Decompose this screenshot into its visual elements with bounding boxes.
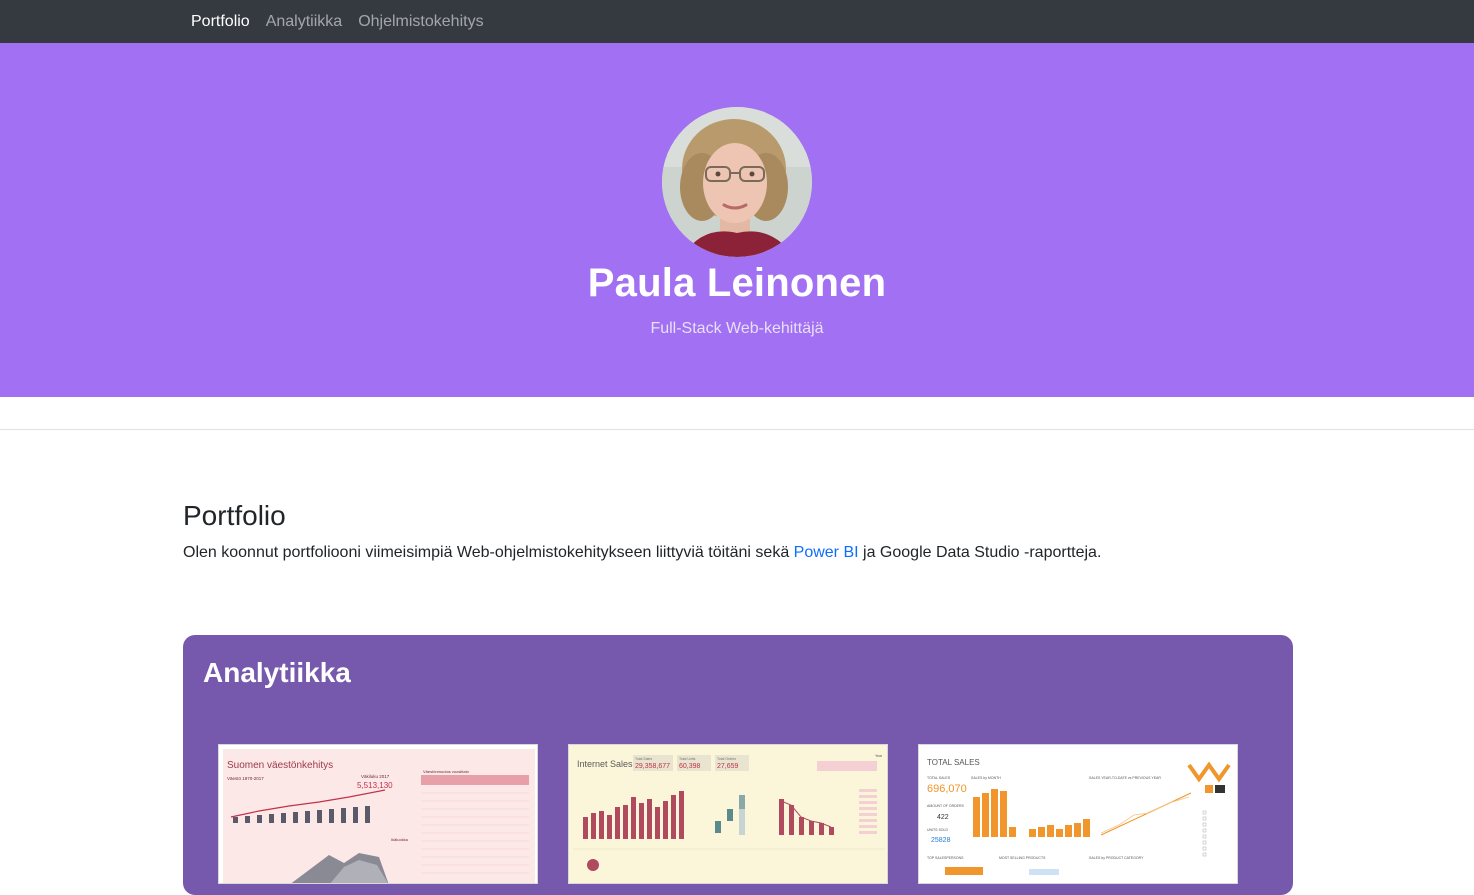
report3-kpi3-label: UNITS SOLD	[927, 828, 948, 832]
nav-link-ohjelmistokehitys[interactable]: Ohjelmistokehitys	[358, 13, 483, 31]
analytics-heading: Analytiikka	[203, 657, 351, 688]
report2-kpi1-value: 29,358,677	[635, 763, 670, 770]
report2-kpi2-value: 60,398	[679, 763, 701, 770]
avatar	[662, 107, 812, 257]
report3-chart2-title: SALES YEAR-TO-DATE vs PREVIOUS YEAR	[1089, 776, 1161, 780]
report3-kpi2-value: 422	[937, 814, 949, 821]
analytics-card: Analytiikka Suomen väestönkehitys Väestö…	[183, 635, 1293, 895]
report3-title: TOTAL SALES	[927, 758, 980, 767]
section-divider	[0, 429, 1474, 430]
report-thumbnail-population[interactable]: Suomen väestönkehitys Väestö 1970-2017 V…	[218, 744, 538, 884]
report3-kpi1-label: TOTAL SALES	[927, 776, 951, 780]
portfolio-intro-text-before: Olen koonnut portfoliooni viimeisimpiä W…	[183, 544, 794, 561]
report3-chart3-title: TOP SALESPERSONS	[927, 856, 964, 860]
report3-kpi2-label: AMOUNT OF ORDERS	[927, 804, 965, 808]
hero-name: Paula Leinonen	[587, 261, 887, 305]
report-thumbnail-internet-sales[interactable]: Internet Sales Total Sales 29,358,677 To…	[568, 744, 888, 884]
top-navbar: Portfolio Analytiikka Ohjelmistokehitys	[0, 0, 1474, 43]
report3-kpi3-value: 25828	[931, 837, 951, 844]
power-bi-link[interactable]: Power BI	[794, 544, 859, 561]
report1-kpi-value: 5,513,130	[357, 781, 393, 790]
report3-kpi1-value: 696,070	[927, 783, 967, 795]
report3-chart4-title: MOST SELLING PRODUCTS	[999, 856, 1046, 860]
report1-table-header: Väestönmuutos vuosittain	[423, 769, 469, 774]
portfolio-intro-text-after: ja Google Data Studio -raportteja.	[858, 544, 1102, 561]
report-thumbnail-total-sales[interactable]: TOTAL SALES TOTAL SALES 696,070 AMOUNT O…	[918, 744, 1238, 884]
report1-title: Suomen väestönkehitys	[227, 760, 333, 771]
nav-link-portfolio[interactable]: Portfolio	[191, 13, 250, 31]
portfolio-intro: Olen koonnut portfoliooni viimeisimpiä W…	[183, 544, 1101, 562]
hero-subtitle: Full-Stack Web-kehittäjä	[650, 320, 824, 337]
report1-subtitle: Väestö 1970-2017	[227, 776, 264, 781]
report3-chart5-title: SALES by PRODUCT CATEGORY	[1089, 856, 1144, 860]
report2-kpi2-label: Total Units	[679, 757, 696, 761]
report2-filter-label: Year	[875, 754, 883, 758]
report1-kpi-label: Väkiluku 2017	[361, 774, 390, 779]
report2-kpi3-label: Total Orders	[717, 757, 736, 761]
report2-title: Internet Sales	[577, 759, 633, 769]
nav-link-analytiikka[interactable]: Analytiikka	[266, 13, 342, 31]
report1-side-label: Ikäluokka	[391, 837, 409, 842]
report3-chart1-title: SALES by MONTH	[971, 776, 1001, 780]
report2-kpi3-value: 27,659	[717, 763, 739, 770]
hero-section: Paula Leinonen Full-Stack Web-kehittäjä	[0, 43, 1474, 397]
portfolio-heading: Portfolio	[183, 500, 286, 531]
profile-photo	[662, 107, 812, 257]
report2-kpi1-label: Total Sales	[635, 757, 652, 761]
